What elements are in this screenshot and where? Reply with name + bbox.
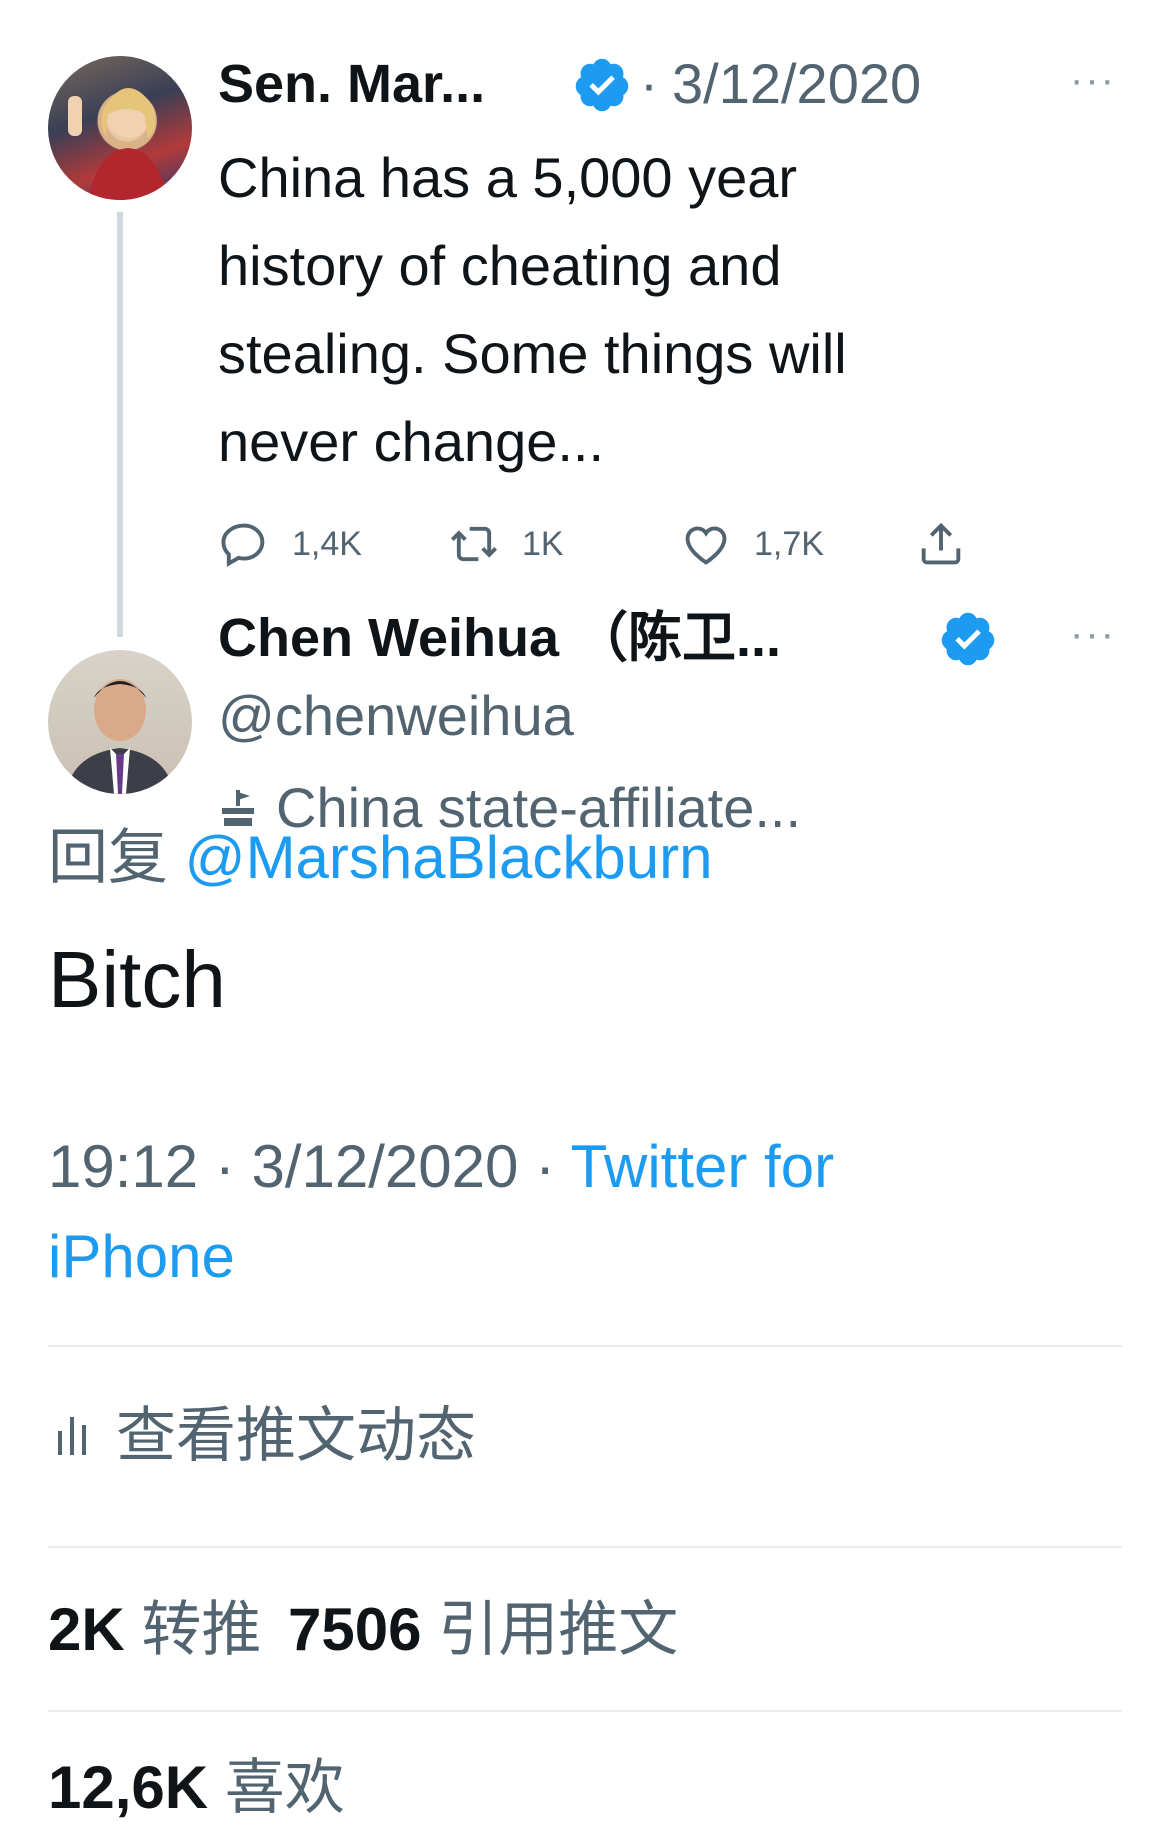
share-button[interactable] [915, 518, 989, 570]
divider [48, 1710, 1122, 1712]
like-button[interactable]: 1,7K [680, 518, 824, 570]
parent-author-name[interactable]: Sen. Mar... [218, 52, 485, 116]
reply-prefix: 回复 [48, 824, 168, 891]
share-icon [921, 522, 961, 565]
avatar-marsha-illustration [68, 88, 168, 200]
retweets-total: 2K [48, 1596, 125, 1663]
parent-text-line: China has a 5,000 year [218, 146, 798, 209]
like-count: 1,7K [754, 524, 824, 563]
quotes-total: 7506 [288, 1596, 422, 1663]
parent-text-line: history of cheating and [218, 234, 782, 297]
reply-count: 1,4K [292, 524, 362, 563]
quotes-label: 引用推文 [438, 1596, 679, 1663]
parent-text-line: stealing. Some things will [218, 322, 847, 385]
thread-connector [117, 212, 123, 637]
retweet-icon [450, 526, 498, 562]
likes-stat[interactable]: 12,6K 喜欢 [48, 1752, 345, 1824]
reply-handle[interactable]: @chenweihua [218, 682, 574, 750]
parent-tweet-text: China has a 5,000 year history of cheati… [218, 134, 1118, 486]
meta-separator: · [535, 1133, 556, 1200]
reply-tweet-text: Bitch [48, 935, 226, 1024]
retweet-button[interactable]: 1K [448, 518, 564, 570]
avatar-chen[interactable] [48, 650, 192, 794]
retweet-count: 1K [522, 524, 564, 563]
tweet-meta: 19:12 · 3/12/2020 · Twitter for iPhone [48, 1122, 1128, 1302]
verified-badge-icon [938, 609, 998, 669]
retweets-stat[interactable]: 2K 转推 [48, 1596, 278, 1663]
parent-separator: · [640, 54, 658, 114]
divider [48, 1345, 1122, 1347]
parent-more-icon[interactable]: ··· [1070, 58, 1116, 103]
replying-to-line: 回复 @MarshaBlackburn [48, 822, 712, 894]
tweet-source-line2: iPhone [48, 1223, 235, 1290]
likes-label: 喜欢 [224, 1754, 345, 1821]
heart-icon [685, 526, 727, 565]
reply-author-name[interactable]: Chen Weihua （陈卫... [218, 606, 781, 670]
tweet-date[interactable]: 3/12/2020 [251, 1133, 518, 1200]
divider [48, 1546, 1122, 1548]
reply-to-mention[interactable]: @MarshaBlackburn [185, 824, 713, 891]
avatar-marsha[interactable] [48, 56, 192, 200]
retweets-label: 转推 [141, 1596, 262, 1663]
reply-icon [221, 523, 265, 567]
parent-text-line: never change... [218, 410, 605, 473]
avatar-chen-illustration [66, 679, 174, 794]
view-tweet-activity-label: 查看推文动态 [116, 1402, 476, 1469]
tweet-source-line1: Twitter for [570, 1133, 835, 1200]
reply-more-icon[interactable]: ··· [1070, 612, 1116, 657]
verified-badge-icon [572, 55, 632, 115]
parent-date[interactable]: 3/12/2020 [672, 52, 921, 116]
analytics-bars-icon [58, 1417, 86, 1455]
reply-button[interactable]: 1,4K [218, 518, 362, 570]
retweet-quote-stats: 2K 转推 7506 引用推文 [48, 1594, 678, 1666]
tweet-time[interactable]: 19:12 [48, 1133, 198, 1200]
meta-separator: · [214, 1133, 235, 1200]
likes-total: 12,6K [48, 1754, 209, 1821]
quotes-stat[interactable]: 7506 引用推文 [288, 1596, 678, 1663]
view-tweet-activity[interactable]: 查看推文动态 [56, 1400, 476, 1472]
